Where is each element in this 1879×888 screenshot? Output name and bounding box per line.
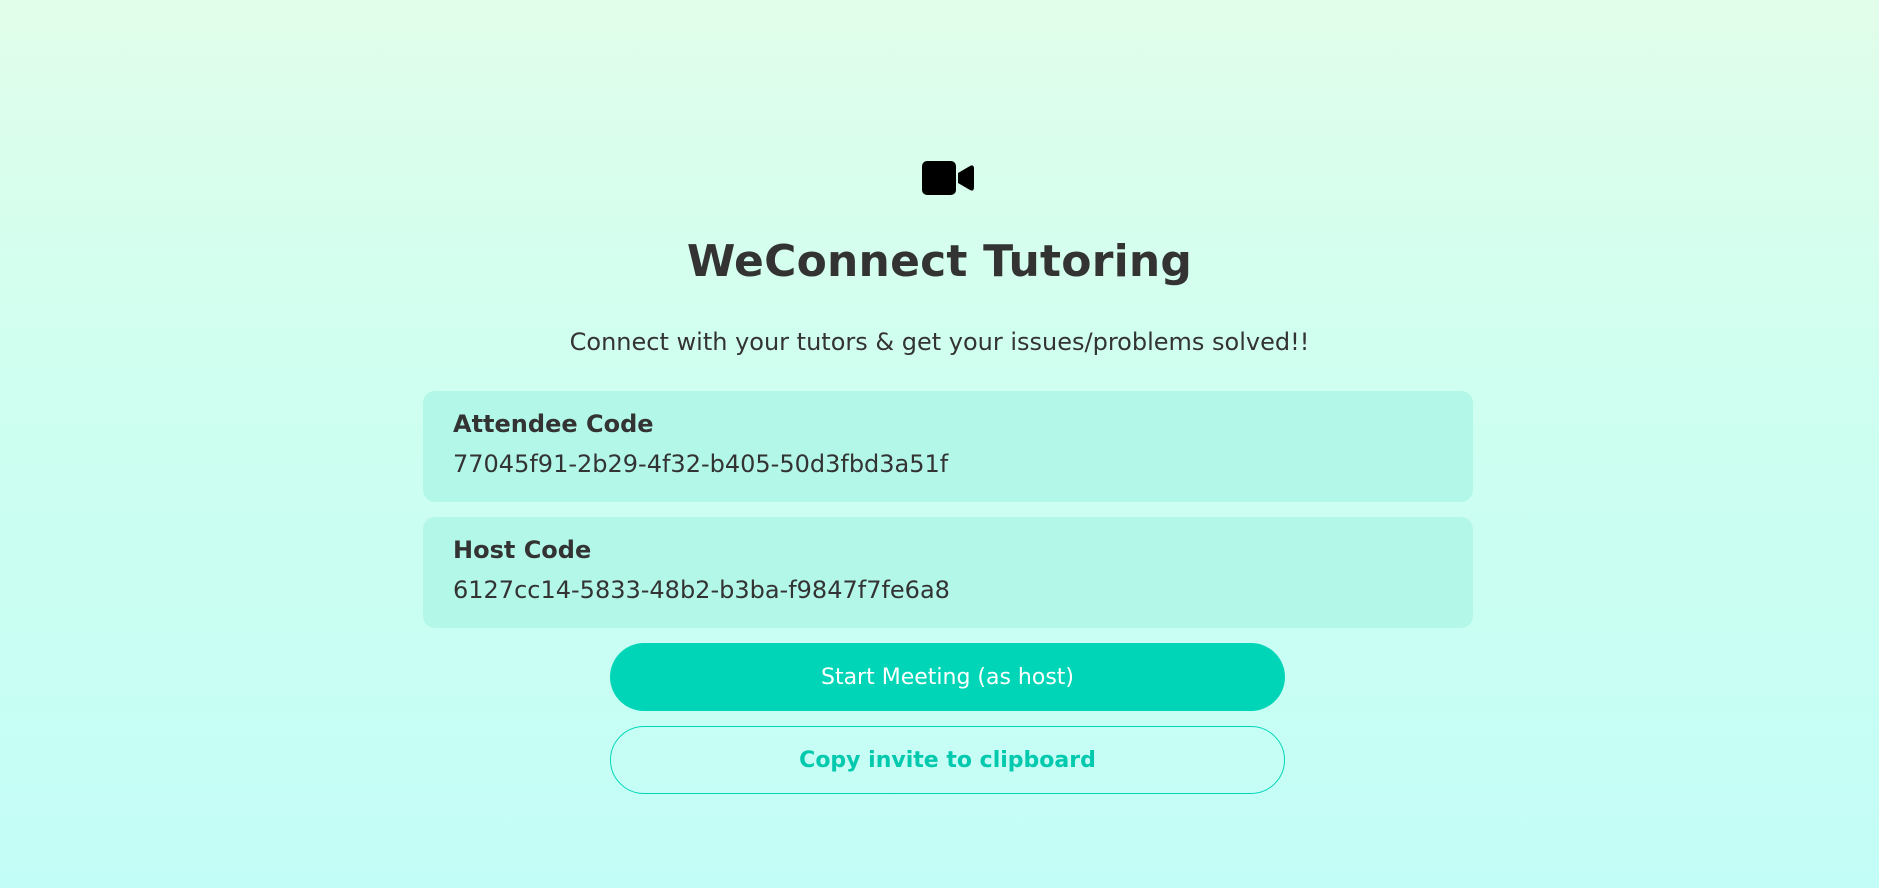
- attendee-code-label: Attendee Code: [453, 410, 654, 438]
- meeting-page: WeConnect Tutoring Connect with your tut…: [0, 0, 1879, 888]
- host-code-label: Host Code: [453, 536, 592, 564]
- copy-invite-button[interactable]: Copy invite to clipboard: [610, 726, 1285, 794]
- page-title: WeConnect Tutoring: [686, 236, 1193, 287]
- page-subtitle: Connect with your tutors & get your issu…: [569, 328, 1310, 356]
- host-code-card: Host Code 6127cc14-5833-48b2-b3ba-f9847f…: [423, 517, 1473, 628]
- attendee-code-value: 77045f91-2b29-4f32-b405-50d3fbd3a51f: [453, 450, 949, 478]
- host-code-value: 6127cc14-5833-48b2-b3ba-f9847f7fe6a8: [453, 576, 950, 604]
- video-camera-icon: [920, 158, 976, 198]
- attendee-code-card: Attendee Code 77045f91-2b29-4f32-b405-50…: [423, 391, 1473, 502]
- start-meeting-button[interactable]: Start Meeting (as host): [610, 643, 1285, 711]
